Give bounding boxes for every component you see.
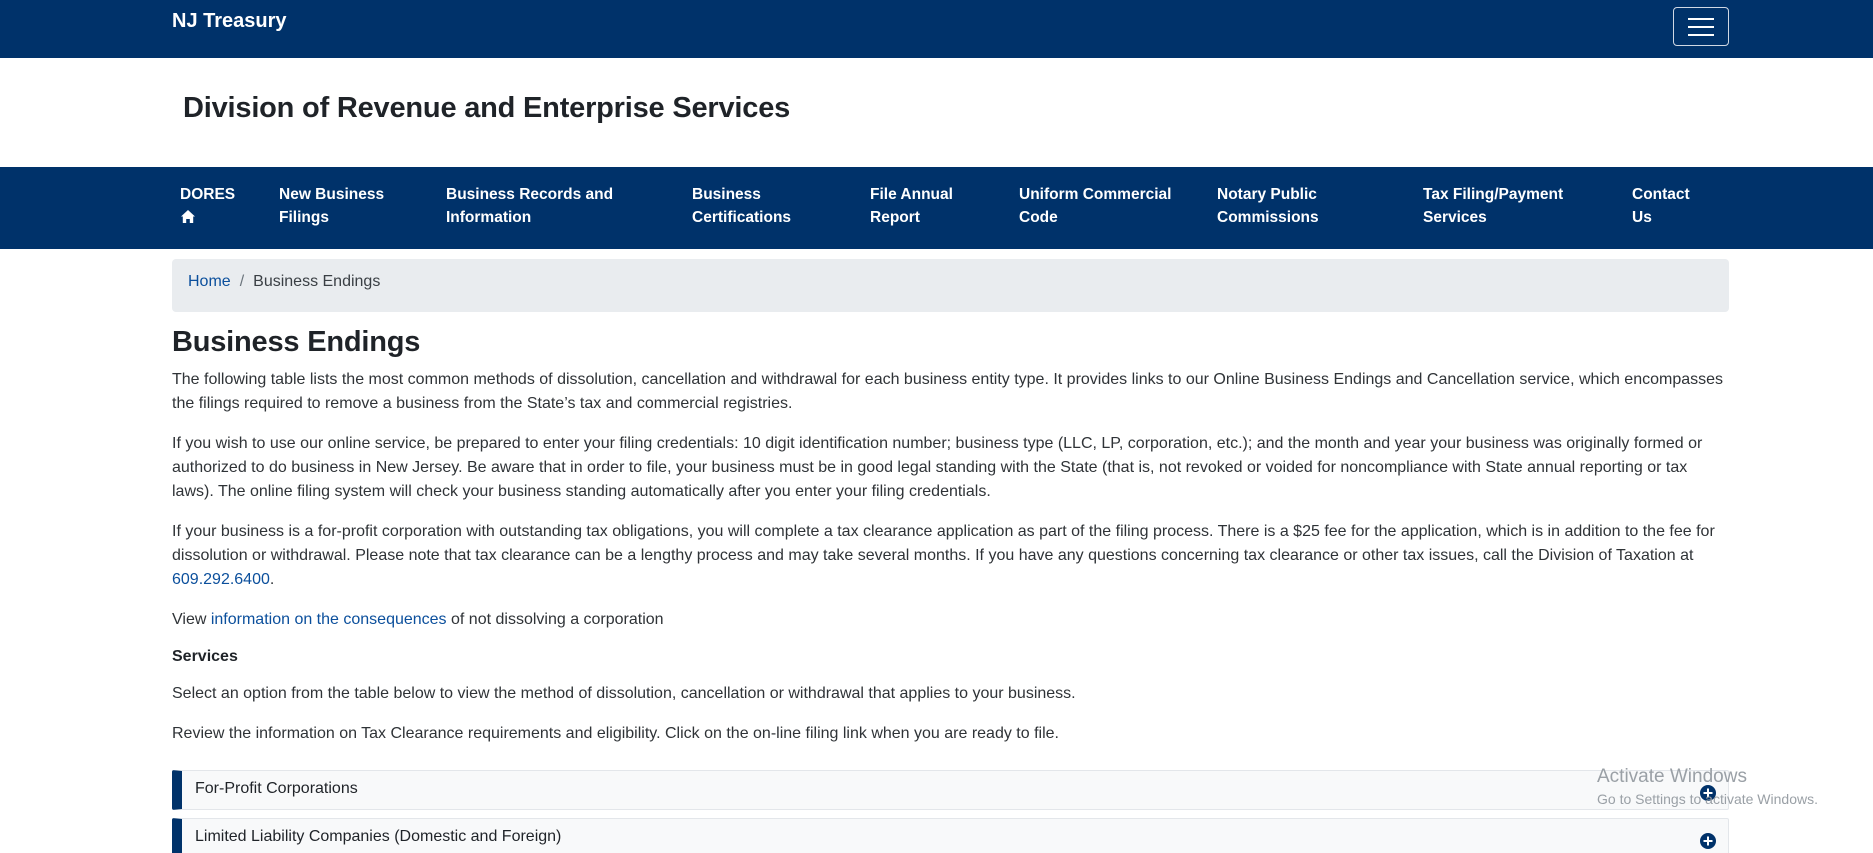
page-title: Business Endings xyxy=(172,326,421,358)
breadcrumb: Home / Business Endings xyxy=(172,259,1729,312)
brand-link[interactable]: NJ Treasury xyxy=(172,10,287,33)
nav-item-label: DORES xyxy=(180,186,236,203)
nav-item-label: Us xyxy=(1632,209,1652,226)
nav-item-business-certifications[interactable]: Business Certifications xyxy=(692,183,791,229)
review-instruction: Review the information on Tax Clearance … xyxy=(172,725,1059,742)
main-content: Business Endings The following table lis… xyxy=(172,326,1732,762)
nav-item-label: New Business xyxy=(279,186,385,203)
credentials-paragraph: If you wish to use our online service, b… xyxy=(172,435,1703,500)
home-icon xyxy=(181,210,195,223)
hamburger-icon-bar xyxy=(1688,25,1714,28)
nav-item-label: File Annual xyxy=(870,186,953,203)
nav-item-label: Business xyxy=(692,186,761,203)
nav-item-label: Notary Public xyxy=(1217,186,1317,203)
nav-item-dores[interactable]: DORES xyxy=(180,183,235,224)
tax-clearance-paragraph: If your business is a for-profit corpora… xyxy=(172,520,1732,592)
nav-item-label: Information xyxy=(446,209,532,226)
main-nav: DORES New Business Filings Business Reco… xyxy=(0,167,1873,249)
breadcrumb-current: Business Endings xyxy=(253,273,381,290)
hamburger-icon-bar xyxy=(1688,33,1714,36)
consequences-paragraph: View information on the consequences of … xyxy=(172,608,1732,632)
division-banner: Division of Revenue and Enterprise Servi… xyxy=(0,58,1873,167)
view-prefix: View xyxy=(172,611,211,628)
nav-item-contact-us[interactable]: Contact Us xyxy=(1632,183,1690,229)
watermark-subtitle: Go to Settings to activate Windows. xyxy=(1597,791,1818,807)
select-instruction: Select an option from the table below to… xyxy=(172,685,1076,702)
services-heading: Services xyxy=(172,648,238,665)
taxation-phone-link[interactable]: 609.292.6400 xyxy=(172,571,270,588)
tax-clearance-text: If your business is a for-profit corpora… xyxy=(172,523,1715,564)
top-bar: NJ Treasury xyxy=(0,0,1873,58)
nav-item-label: Contact xyxy=(1632,186,1690,203)
nav-item-label: Uniform Commercial xyxy=(1019,186,1172,203)
activation-watermark: Activate Windows Go to Settings to activ… xyxy=(1597,766,1818,807)
nav-item-label: Filings xyxy=(279,209,329,226)
breadcrumb-home-link[interactable]: Home xyxy=(188,273,231,290)
nav-item-label: Commissions xyxy=(1217,209,1319,226)
accordion-for-profit-corporations[interactable]: For-Profit Corporations xyxy=(172,770,1729,810)
nav-item-label: Tax Filing/Payment xyxy=(1423,186,1564,203)
nav-item-label: Services xyxy=(1423,209,1487,226)
sentence-end: . xyxy=(269,571,275,588)
division-title: Division of Revenue and Enterprise Servi… xyxy=(183,92,791,124)
intro-paragraph: The following table lists the most commo… xyxy=(172,371,1724,412)
nav-item-label: Certifications xyxy=(692,209,792,226)
nav-item-business-records[interactable]: Business Records and Information xyxy=(446,183,613,229)
hamburger-icon-bar xyxy=(1688,17,1714,20)
view-suffix: of not dissolving a corporation xyxy=(446,611,664,628)
nav-item-tax-filing-payment[interactable]: Tax Filing/Payment Services xyxy=(1423,183,1563,229)
accordion-limited-liability-companies[interactable]: Limited Liability Companies (Domestic an… xyxy=(172,818,1729,853)
plus-circle-icon xyxy=(1700,833,1716,849)
nav-item-new-business-filings[interactable]: New Business Filings xyxy=(279,183,384,229)
nav-item-label: Business Records and xyxy=(446,186,614,203)
menu-toggle-button[interactable] xyxy=(1673,7,1729,46)
nav-item-label: Code xyxy=(1019,209,1058,226)
nav-item-notary-public[interactable]: Notary Public Commissions xyxy=(1217,183,1319,229)
watermark-title: Activate Windows xyxy=(1597,766,1747,787)
accordion-label: Limited Liability Companies (Domestic an… xyxy=(195,828,562,845)
breadcrumb-separator: / xyxy=(239,273,245,290)
consequences-link[interactable]: information on the consequences xyxy=(211,611,447,628)
nav-item-uniform-commercial-code[interactable]: Uniform Commercial Code xyxy=(1019,183,1171,229)
nav-item-file-annual-report[interactable]: File Annual Report xyxy=(870,183,953,229)
accordion-label: For-Profit Corporations xyxy=(195,780,358,797)
nav-item-label: Report xyxy=(870,209,920,226)
